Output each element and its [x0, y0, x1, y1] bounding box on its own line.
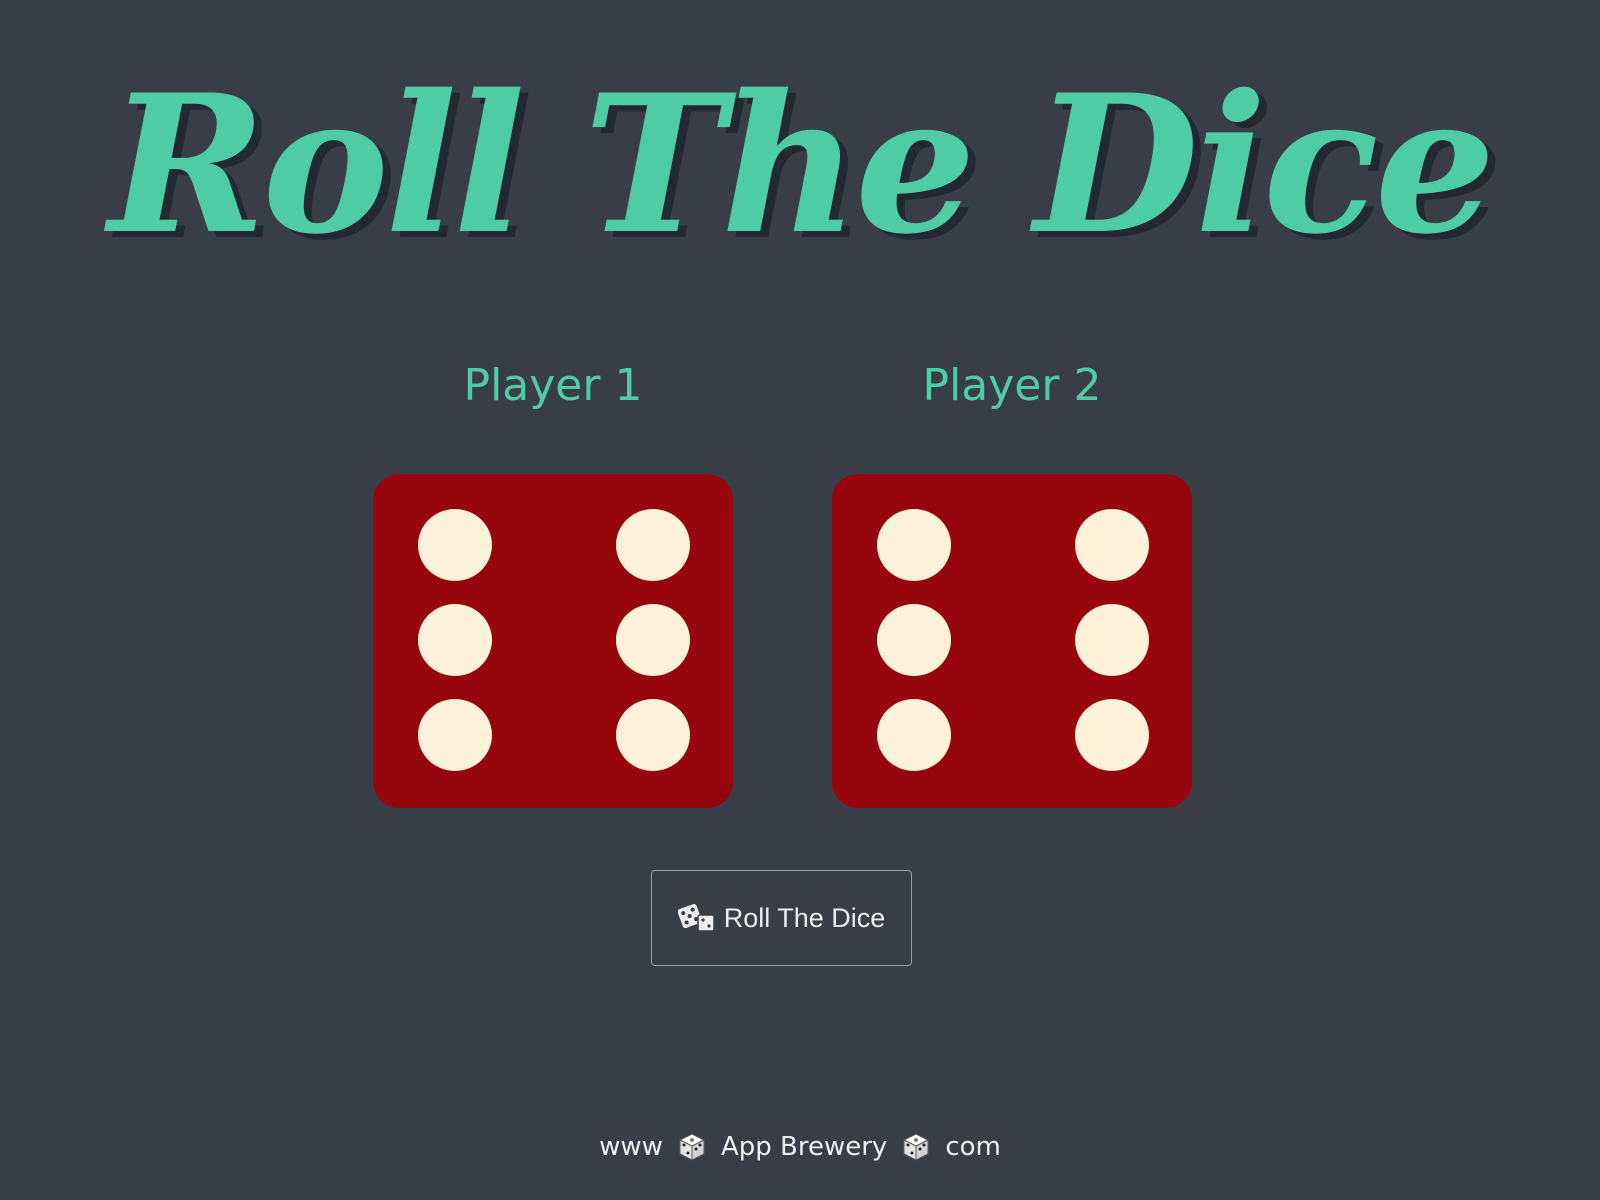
die-pip [877, 509, 951, 581]
roll-dice-button-label: Roll The Dice [723, 902, 886, 933]
roll-dice-button[interactable]: Roll The Dice [651, 870, 912, 966]
die-pip [418, 509, 492, 581]
die-pip [877, 604, 951, 676]
footer-www: www [599, 1132, 663, 1162]
die-pip [418, 699, 492, 771]
die-pip [877, 699, 951, 771]
die-pip [616, 699, 690, 771]
player-1-label: Player 1 [463, 360, 643, 411]
footer-com: com [945, 1132, 1001, 1162]
die-pip [418, 604, 492, 676]
die-icon [901, 1132, 931, 1162]
footer-app-brewery: App Brewery [720, 1132, 888, 1162]
die-pip [616, 604, 690, 676]
dice-icon [677, 903, 716, 933]
die-pip [616, 509, 690, 581]
die-icon [677, 1132, 707, 1162]
die-pip [1075, 699, 1149, 771]
die-pip [1075, 604, 1149, 676]
player-2-die [832, 474, 1192, 808]
footer: www App Brewery com [0, 1132, 1600, 1162]
player-1-die [373, 474, 733, 808]
page-title: Roll The Dice [108, 53, 1495, 276]
die-pip [1075, 509, 1149, 581]
player-2-label: Player 2 [922, 360, 1102, 411]
